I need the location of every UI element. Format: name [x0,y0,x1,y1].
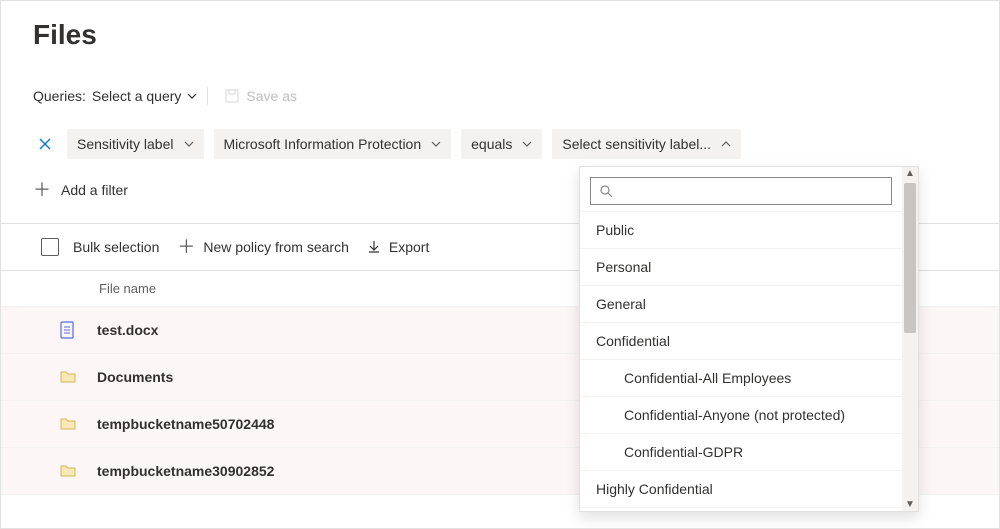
chevron-down-icon [522,139,532,149]
dropdown-list: Public Personal General Confidential Con… [580,211,902,511]
scroll-down-icon[interactable]: ▼ [902,499,918,510]
dropdown-item[interactable]: Confidential-All Employees [580,359,902,396]
filter-provider-label: Microsoft Information Protection [224,136,422,152]
select-query-label: Select a query [92,88,182,104]
file-name: test.docx [97,322,158,338]
checkbox-icon[interactable] [41,238,59,256]
dropdown-item[interactable]: Confidential-Anyone (not protected) [580,396,902,433]
chevron-down-icon [187,91,197,101]
sensitivity-label-dropdown: Public Personal General Confidential Con… [579,166,919,512]
queries-label: Queries: [33,88,86,104]
filter-provider-pill[interactable]: Microsoft Information Protection [214,129,452,159]
close-icon [38,137,52,151]
vertical-divider [207,87,208,105]
plus-icon: ＋ [177,238,195,256]
save-as-button: Save as [224,88,297,104]
filter-value-label: Select sensitivity label... [562,136,711,152]
dropdown-item[interactable]: Public [580,211,902,248]
dropdown-item[interactable]: Personal [580,248,902,285]
queries-bar: Queries: Select a query Save as [33,87,999,105]
scroll-thumb[interactable] [904,183,916,333]
bulk-selection-button[interactable]: Bulk selection [41,238,159,256]
clear-filter-button[interactable] [33,132,57,156]
folder-icon [59,368,79,386]
column-filename-header[interactable]: File name [99,281,156,296]
dropdown-item[interactable]: Highly Confidential [580,470,902,507]
chevron-down-icon [184,139,194,149]
scroll-up-icon[interactable]: ▲ [902,168,918,179]
dropdown-item[interactable]: Highly Confidential-All Employees [580,507,902,511]
dropdown-item[interactable]: General [580,285,902,322]
filter-value-pill[interactable]: Select sensitivity label... [552,129,741,159]
filter-field-pill[interactable]: Sensitivity label [67,129,204,159]
folder-icon [59,462,79,480]
new-policy-label: New policy from search [203,239,349,255]
export-button[interactable]: Export [367,239,429,255]
add-filter-label: Add a filter [61,182,128,198]
export-label: Export [389,239,429,255]
search-icon [599,184,613,198]
folder-icon [59,415,79,433]
chevron-up-icon [721,139,731,149]
file-name: Documents [97,369,173,385]
filter-field-label: Sensitivity label [77,136,174,152]
page-title: Files [33,19,999,51]
save-as-label: Save as [246,88,297,104]
dropdown-scrollbar[interactable]: ▲ ▼ [902,167,918,511]
select-query-dropdown[interactable]: Select a query [92,88,198,104]
file-name: tempbucketname30902852 [97,463,274,479]
dropdown-search-input[interactable] [619,182,883,200]
file-name: tempbucketname50702448 [97,416,274,432]
chevron-down-icon [431,139,441,149]
bulk-selection-label: Bulk selection [73,239,159,255]
dropdown-search[interactable] [590,177,892,205]
word-document-icon [59,321,79,339]
dropdown-item[interactable]: Confidential [580,322,902,359]
filter-row: Sensitivity label Microsoft Information … [33,129,999,159]
plus-icon: ＋ [33,181,51,199]
new-policy-button[interactable]: ＋ New policy from search [177,238,349,256]
dropdown-item[interactable]: Confidential-GDPR [580,433,902,470]
filter-operator-label: equals [471,136,512,152]
download-icon [367,240,381,254]
save-icon [224,88,240,104]
filter-operator-pill[interactable]: equals [461,129,542,159]
